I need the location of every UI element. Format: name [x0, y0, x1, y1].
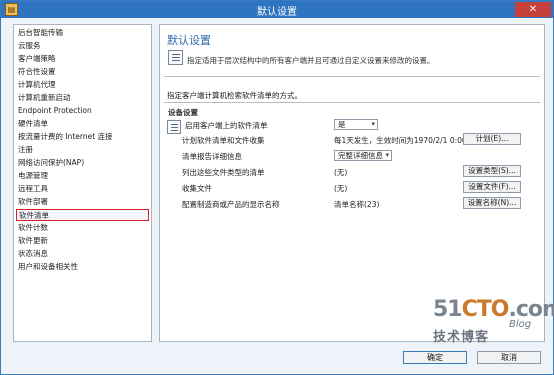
- select-value: 完整详细信息: [338, 151, 383, 160]
- sidebar-item-remote-tools[interactable]: 远程工具: [16, 183, 149, 195]
- display-names-value: 清单名称(23): [334, 200, 380, 209]
- close-button[interactable]: ✕: [515, 2, 551, 17]
- title-bar[interactable]: ▤ 默认设置 ✕: [1, 1, 553, 18]
- sidebar-item-hardware-inventory[interactable]: 硬件清单: [16, 118, 149, 130]
- setting-label-report-detail: 清单报告详细信息: [182, 152, 242, 161]
- schedule-button[interactable]: 计划(E)...: [463, 133, 521, 145]
- set-files-button[interactable]: 设置文件(F)...: [463, 181, 521, 193]
- setting-label-enable-inventory: 启用客户端上的软件清单: [185, 121, 268, 130]
- enable-inventory-select[interactable]: 是 ▾: [334, 119, 378, 130]
- sidebar-item-computer-agent[interactable]: 计算机代理: [16, 79, 149, 91]
- sidebar-item-computer-restart[interactable]: 计算机重新启动: [16, 92, 149, 104]
- sidebar-item-software-inventory[interactable]: 软件清单: [16, 209, 149, 221]
- file-types-value: (无): [334, 168, 348, 177]
- sidebar-item-cloud-services[interactable]: 云服务: [16, 40, 149, 52]
- ok-button[interactable]: 确定: [403, 351, 467, 364]
- page-title: 默认设置: [167, 34, 211, 47]
- sidebar-item-bits[interactable]: 后台智能传输: [16, 27, 149, 39]
- section-title: 设备设置: [168, 108, 198, 117]
- setting-label-file-types: 列出这些文件类型的清单: [182, 168, 265, 177]
- cancel-button[interactable]: 取消: [477, 351, 541, 364]
- settings-panel: 默认设置 指定适用于层次结构中的所有客户端并且可通过自定义设置来修改的设置。 指…: [159, 24, 545, 342]
- sidebar-item-software-deployment[interactable]: 软件部署: [16, 196, 149, 208]
- select-value: 是: [338, 120, 346, 129]
- schedule-value: 每1天发生，生效时间为1970/2/1 0:00: [334, 136, 467, 145]
- sidebar-item-metered-internet[interactable]: 按流量计费的 Internet 连接: [16, 131, 149, 143]
- sidebar-item-power-management[interactable]: 电源管理: [16, 170, 149, 182]
- setting-label-display-names: 配置制造商或产品的显示名称: [182, 200, 280, 209]
- sidebar-item-nap[interactable]: 网络访问保护(NAP): [16, 157, 149, 169]
- collect-files-value: (无): [334, 184, 348, 193]
- sidebar-item-client-policy[interactable]: 客户端策略: [16, 53, 149, 65]
- set-names-button[interactable]: 设置名称(N)...: [463, 197, 521, 209]
- checklist-icon: [168, 50, 183, 65]
- chevron-down-icon: ▾: [385, 151, 389, 159]
- method-description: 指定客户端计算机检索软件清单的方式。: [167, 91, 302, 100]
- divider: [164, 102, 540, 103]
- chevron-down-icon: ▾: [371, 120, 375, 128]
- sidebar-item-endpoint-protection[interactable]: Endpoint Protection: [16, 105, 149, 117]
- window-title: 默认设置: [257, 7, 297, 18]
- settings-window: ▤ 默认设置 ✕ 后台智能传输 云服务 客户端策略 符合性设置 计算机代理 计算…: [0, 0, 554, 375]
- sidebar-item-software-updates[interactable]: 软件更新: [16, 235, 149, 247]
- page-description: 指定适用于层次结构中的所有客户端并且可通过自定义设置来修改的设置。: [187, 56, 435, 65]
- sidebar-item-compliance[interactable]: 符合性设置: [16, 66, 149, 78]
- divider: [164, 76, 540, 77]
- report-detail-select[interactable]: 完整详细信息 ▾: [334, 150, 392, 161]
- setting-label-schedule: 计划软件清单和文件收集: [182, 136, 265, 145]
- sidebar-item-software-metering[interactable]: 软件计数: [16, 222, 149, 234]
- setting-label-collect-files: 收集文件: [182, 184, 212, 193]
- sidebar-item-state-messages[interactable]: 状态消息: [16, 248, 149, 260]
- settings-list-icon: [167, 120, 181, 134]
- set-types-button[interactable]: 设置类型(S)...: [463, 165, 521, 177]
- sidebar-item-registration[interactable]: 注册: [16, 144, 149, 156]
- sidebar-item-user-device-affinity[interactable]: 用户和设备相关性: [16, 261, 149, 273]
- sidebar-list: 后台智能传输 云服务 客户端策略 符合性设置 计算机代理 计算机重新启动 End…: [13, 24, 152, 342]
